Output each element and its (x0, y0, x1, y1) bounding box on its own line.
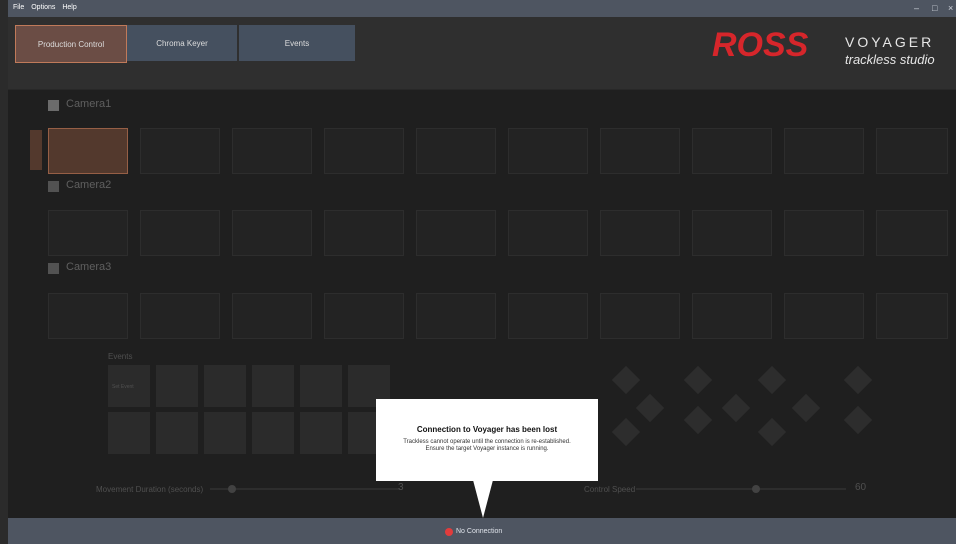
dialog-message-line2: Ensure the target Voyager instance is ru… (425, 446, 549, 452)
ross-logo: ROSS (712, 26, 809, 64)
status-indicator-icon (445, 528, 453, 536)
dialog-title: Connection to Voyager has been lost (416, 425, 558, 434)
tab-events-label: Events (284, 38, 310, 48)
status-text: No Connection (456, 528, 503, 535)
tab-events[interactable]: Events (239, 25, 355, 61)
voyager-logo: VOYAGER (845, 34, 935, 50)
menu-file[interactable]: File (13, 4, 24, 11)
tab-chroma-keyer-label: Chroma Keyer (156, 38, 208, 48)
menu-help[interactable]: Help (62, 4, 76, 11)
tab-production-control-label: Production Control (37, 39, 105, 49)
menu-bar: File Options Help – □ × (8, 0, 956, 17)
minimize-button[interactable]: – (914, 3, 919, 13)
tab-production-control[interactable]: Production Control (15, 25, 127, 63)
connection-lost-dialog: Connection to Voyager has been lost Trac… (376, 399, 598, 481)
close-button[interactable]: × (948, 3, 953, 13)
maximize-button[interactable]: □ (932, 3, 937, 13)
dialog-pointer (473, 480, 493, 518)
tab-chroma-keyer[interactable]: Chroma Keyer (127, 25, 237, 61)
dialog-message-line1: Trackless cannot operate until the conne… (403, 439, 571, 445)
menu-options[interactable]: Options (31, 4, 55, 11)
trackless-studio-logo: trackless studio (845, 52, 935, 67)
